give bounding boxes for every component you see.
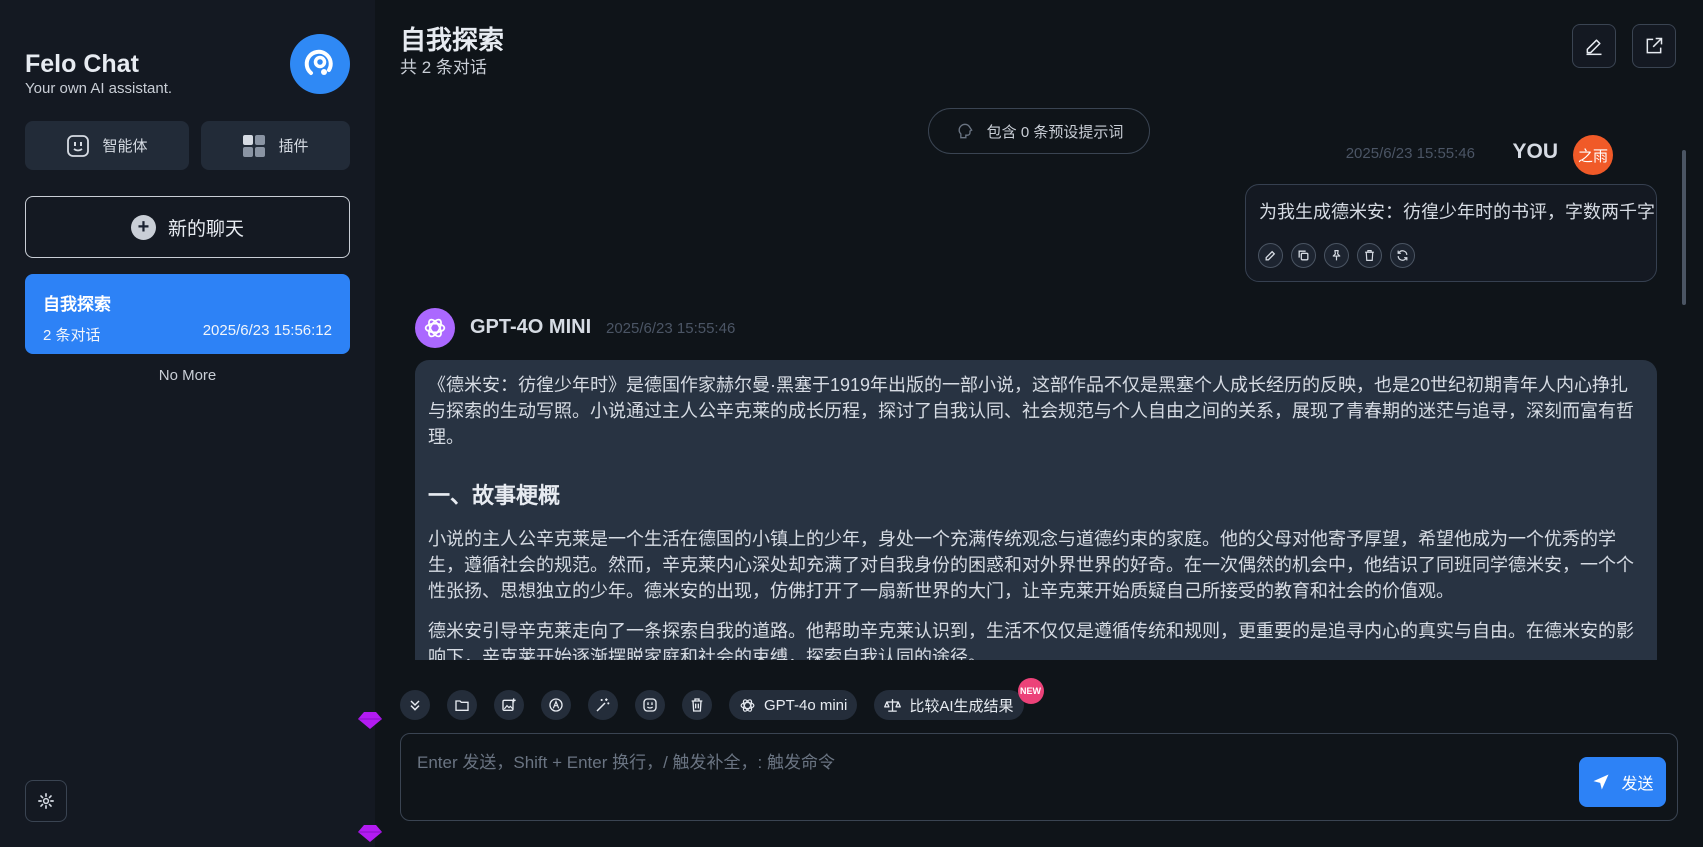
plugin-label: 插件: [278, 138, 309, 155]
robot-face-icon: [67, 134, 90, 157]
trash-icon: [1365, 250, 1374, 261]
page-title: 自我探索: [400, 25, 505, 55]
openai-logo-icon: [740, 698, 755, 712]
user-message-bubble: 为我生成德米安：彷徨少年时的书评，字数两千字: [1245, 184, 1657, 282]
agent-label: 智能体: [102, 138, 148, 155]
delete-message-button[interactable]: [1357, 243, 1382, 268]
brand-subtitle: Your own AI assistant.: [25, 80, 173, 97]
scroll-to-bottom-button[interactable]: [400, 690, 430, 720]
robot-face-icon: [643, 698, 657, 712]
brand-logo: [290, 34, 350, 94]
edit-title-button[interactable]: [1572, 24, 1616, 68]
user-name: YOU: [1512, 140, 1558, 163]
felo-logo-icon: [304, 49, 333, 75]
image-plus-icon: [502, 698, 516, 711]
user-message-time: 2025/6/23 15:55:46: [1345, 145, 1475, 162]
message-input[interactable]: [417, 748, 1477, 808]
chat-item-date: 2025/6/23 15:56:12: [202, 322, 332, 339]
edit-message-button[interactable]: [1258, 243, 1283, 268]
magic-wand-button[interactable]: [588, 690, 618, 720]
bot-paragraph: 小说的主人公辛克莱是一个生活在德国的小镇上的少年，身处一个充满传统观念与道德约束…: [428, 529, 1634, 601]
auto-icon: [549, 698, 563, 712]
bot-heading: 一、故事梗概: [428, 483, 561, 508]
input-toolbar: GPT-4o mini 比较AI生成结果 NEW: [400, 678, 1044, 720]
bot-paragraph: 德米安引导辛克莱走向了一条探索自我的道路。他帮助辛克莱认识到，生活不仅仅是遵循传…: [428, 621, 1634, 660]
trash-icon: [691, 698, 703, 712]
plugin-grid-icon: [243, 134, 266, 157]
pencil-icon: [1265, 250, 1276, 261]
new-chat-button[interactable]: + 新的聊天: [25, 196, 350, 258]
plugin-button[interactable]: 插件: [201, 121, 350, 170]
compare-ai-button[interactable]: 比较AI生成结果 NEW: [874, 678, 1044, 720]
user-avatar: 之雨: [1573, 135, 1613, 175]
purple-gem-icon: [358, 712, 382, 729]
message-list[interactable]: 2025/6/23 15:55:46 YOU 之雨 为我生成德米安：彷徨少年时的…: [375, 95, 1703, 660]
model-label: GPT-4o mini: [764, 696, 848, 714]
plus-icon: +: [130, 214, 156, 240]
bot-message-time: 2025/6/23 15:55:46: [606, 320, 736, 337]
chat-item-count: 2 条对话: [43, 327, 101, 344]
scrollbar[interactable]: [1682, 150, 1686, 305]
bot-message-bubble: 《德米安：彷徨少年时》是德国作家赫尔曼·黑塞于1919年出版的一部小说，这部作品…: [415, 360, 1657, 660]
agent-button[interactable]: 智能体: [25, 121, 189, 170]
pin-icon: [1332, 250, 1341, 261]
new-chat-label: 新的聊天: [167, 218, 244, 240]
share-icon: [1646, 37, 1663, 54]
chat-item-title: 自我探索: [43, 295, 111, 314]
folder-icon: [455, 700, 469, 711]
settings-button[interactable]: [25, 780, 67, 822]
sidebar: Felo Chat Your own AI assistant. 智能体 插件 …: [0, 0, 375, 847]
bot-name: GPT-4O MINI: [470, 316, 592, 338]
copy-icon: [1298, 250, 1309, 261]
send-label: 发送: [1621, 776, 1654, 793]
upload-image-button[interactable]: [494, 690, 524, 720]
purple-gem-icon: [358, 825, 382, 842]
double-chevron-down-icon: [410, 700, 420, 711]
brand-title: Felo Chat: [25, 50, 139, 78]
copy-message-button[interactable]: [1291, 243, 1316, 268]
model-select-button[interactable]: GPT-4o mini: [729, 690, 858, 720]
clear-context-button[interactable]: [682, 690, 712, 720]
send-button[interactable]: 发送: [1579, 757, 1666, 807]
upload-file-button[interactable]: [447, 690, 477, 720]
gear-icon: [38, 793, 54, 809]
auto-mode-button[interactable]: [541, 690, 571, 720]
page-subtitle: 共 2 条对话: [400, 58, 487, 77]
send-arrow-icon: [1593, 774, 1609, 790]
pin-message-button[interactable]: [1324, 243, 1349, 268]
retry-message-button[interactable]: [1390, 243, 1415, 268]
new-badge: NEW: [1017, 678, 1044, 704]
share-button[interactable]: [1632, 24, 1676, 68]
openai-logo-icon: [424, 318, 446, 338]
bot-paragraph: 《德米安：彷徨少年时》是德国作家赫尔曼·黑塞于1919年出版的一部小说，这部作品…: [428, 375, 1634, 447]
user-message-text: 为我生成德米安：彷徨少年时的书评，字数两千字: [1259, 202, 1655, 222]
chat-list-item[interactable]: 自我探索 2 条对话 2025/6/23 15:56:12: [25, 274, 350, 354]
magic-wand-icon: [596, 698, 610, 712]
scale-icon: [884, 698, 902, 712]
message-actions: [1258, 243, 1415, 268]
compare-ai-label: 比较AI生成结果: [909, 697, 1014, 715]
no-more-label: No More: [158, 367, 217, 384]
chat-main: 自我探索 共 2 条对话 包含 0 条预设提示词 2025/6/23 15:55…: [358, 0, 1703, 847]
refresh-icon: [1397, 250, 1408, 261]
pencil-icon: [1586, 39, 1602, 56]
bot-avatar: [415, 308, 455, 348]
user-message-meta: 2025/6/23 15:55:46 YOU 之雨: [1275, 135, 1615, 175]
message-input-box: [400, 733, 1678, 821]
mask-button[interactable]: [635, 690, 665, 720]
